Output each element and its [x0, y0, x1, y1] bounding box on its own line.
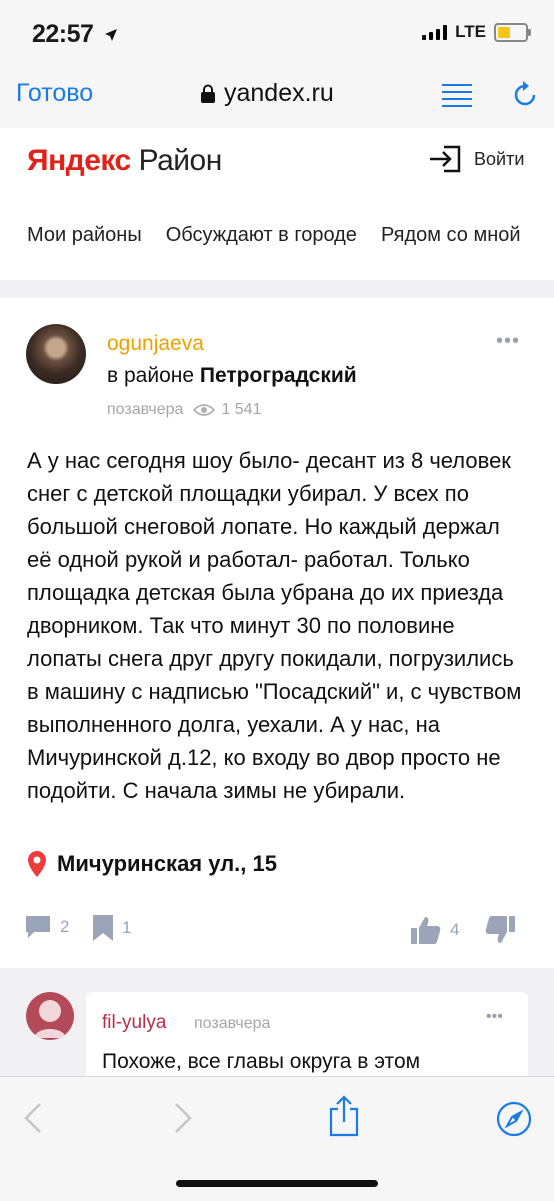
likes-count: 4: [450, 920, 460, 939]
dislike-button[interactable]: [484, 914, 516, 946]
address-field[interactable]: yandex.ru: [200, 79, 334, 108]
views-counter: 1 541: [193, 401, 261, 419]
home-indicator[interactable]: [176, 1180, 378, 1187]
url-text: yandex.ru: [224, 79, 334, 107]
nav-tabs: Мои районы Обсуждают в городе Рядом со м…: [27, 224, 521, 247]
tab-city-discussions[interactable]: Обсуждают в городе: [166, 224, 357, 247]
reader-mode-icon[interactable]: [440, 82, 474, 108]
comments-button[interactable]: 2: [24, 914, 69, 940]
forward-icon[interactable]: [172, 1101, 194, 1135]
share-icon[interactable]: [328, 1095, 360, 1137]
logo-product: Район: [138, 144, 223, 177]
back-icon[interactable]: [22, 1101, 44, 1135]
bookmark-button[interactable]: 1: [92, 914, 131, 942]
signal-icon: [422, 24, 448, 40]
login-icon: [430, 145, 461, 173]
reload-icon[interactable]: [510, 80, 540, 110]
location-text: Мичуринская ул., 15: [57, 851, 277, 876]
comment-icon: [26, 916, 50, 938]
author-avatar[interactable]: [26, 324, 86, 384]
post-meta: позавчера 1 541: [107, 401, 261, 419]
map-pin-icon: [28, 851, 46, 877]
tab-nearby[interactable]: Рядом со мной: [381, 224, 521, 247]
comment-text: Похоже, все главы округа в этом: [102, 1050, 421, 1073]
section-divider: [0, 968, 554, 982]
post-actions: 2 1 4: [24, 914, 530, 950]
district-prefix: в районе: [107, 364, 195, 387]
post-location[interactable]: Мичуринская ул., 15: [27, 850, 277, 878]
comment-card: fil-yulya позавчера ••• Похоже, все глав…: [86, 992, 528, 1076]
logo-brand: Яндекс: [27, 144, 131, 177]
post-more-icon[interactable]: •••: [496, 330, 520, 353]
post-text: А у нас сегодня шоу было- десант из 8 че…: [27, 448, 522, 803]
thumbs-down-icon: [485, 916, 515, 943]
post-card: ogunjaeva в районе Петроградский позавче…: [0, 298, 554, 968]
comment-time: позавчера: [194, 1015, 271, 1032]
bookmark-icon: [93, 915, 113, 941]
district-name[interactable]: Петроградский: [200, 364, 357, 387]
login-button[interactable]: Войти: [428, 144, 524, 174]
thumbs-up-icon: [411, 917, 441, 944]
tab-my-districts[interactable]: Мои районы: [27, 224, 142, 247]
comments-section: fil-yulya позавчера ••• Похоже, все глав…: [0, 982, 554, 1076]
comment-more-icon[interactable]: •••: [486, 1008, 503, 1026]
post-time: позавчера: [107, 401, 184, 418]
post-district: в районе Петроградский: [107, 364, 357, 388]
comment-author-avatar[interactable]: [26, 992, 74, 1040]
post-author[interactable]: ogunjaeva: [107, 332, 204, 356]
like-button[interactable]: 4: [410, 914, 459, 946]
clock: 22:57: [32, 20, 94, 48]
site-header: Яндекс Район Войти Мои районы Обсуждают …: [0, 128, 554, 280]
views-count: 1 541: [221, 401, 262, 418]
location-arrow-icon: [104, 29, 117, 41]
eye-icon: [193, 404, 216, 416]
yandex-rayon-logo[interactable]: Яндекс Район: [27, 144, 222, 178]
status-indicators: LTE: [422, 22, 531, 42]
done-button[interactable]: Готово: [16, 79, 93, 108]
battery-icon: [494, 22, 531, 42]
lock-icon: [201, 84, 215, 103]
status-bar: 22:57 LTE: [0, 0, 554, 64]
section-divider: [0, 280, 554, 298]
status-time: 22:57: [32, 20, 118, 49]
compass-icon[interactable]: [496, 1101, 532, 1137]
comments-count: 2: [60, 917, 70, 936]
comment-author[interactable]: fil-yulya: [102, 1012, 166, 1034]
network-label: LTE: [455, 22, 486, 41]
browser-bar: Готово yandex.ru: [0, 64, 554, 129]
login-label: Войти: [474, 148, 525, 169]
bookmarks-count: 1: [122, 918, 132, 937]
user-silhouette-icon: [34, 1000, 66, 1038]
